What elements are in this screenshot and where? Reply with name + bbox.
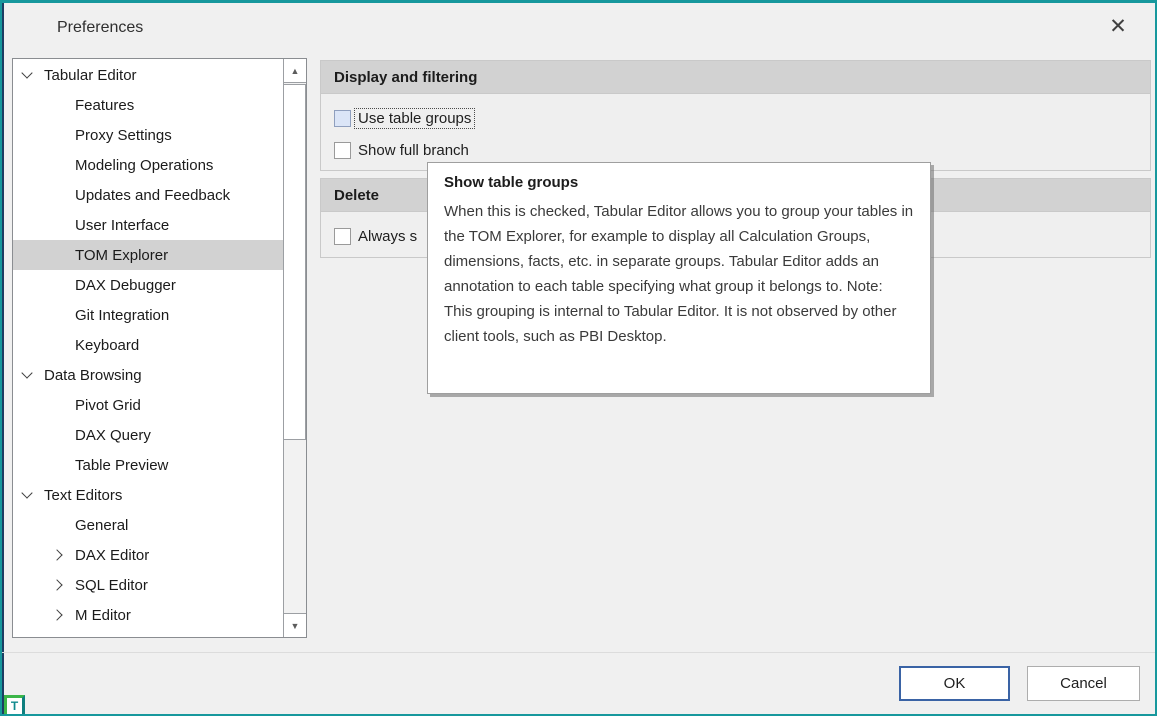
tree-item-dax-editor[interactable]: DAX Editor	[13, 540, 283, 570]
scrollbar-thumb[interactable]	[284, 84, 306, 440]
preferences-dialog: Preferences ✕ Tabular Editor Features Pr…	[0, 0, 1157, 716]
chevron-down-icon[interactable]	[21, 67, 32, 78]
tree-item-user-interface[interactable]: User Interface	[13, 210, 283, 240]
use-table-groups-checkbox[interactable]	[334, 110, 351, 127]
scroll-down-icon[interactable]: ▼	[284, 613, 306, 637]
chevron-down-icon[interactable]	[21, 367, 32, 378]
tree-item-dax-debugger[interactable]: DAX Debugger	[13, 270, 283, 300]
tree-item-proxy-settings[interactable]: Proxy Settings	[13, 120, 283, 150]
tabular-editor-logo-icon: T	[4, 695, 25, 716]
tree-scrollbar[interactable]: ▲ ▼	[283, 59, 306, 637]
tree-item-pivot-grid[interactable]: Pivot Grid	[13, 390, 283, 420]
tree-item-csharp-editor[interactable]: C# Edit	[13, 630, 283, 638]
chevron-down-icon[interactable]	[21, 487, 32, 498]
tree-item-features[interactable]: Features	[13, 90, 283, 120]
tooltip-body: When this is checked, Tabular Editor all…	[444, 199, 914, 349]
show-full-branch-checkbox[interactable]	[334, 142, 351, 159]
show-full-branch-label[interactable]: Show full branch	[355, 141, 472, 160]
tree-item-tom-explorer[interactable]: TOM Explorer	[13, 240, 283, 270]
tree-item-modeling-operations[interactable]: Modeling Operations	[13, 150, 283, 180]
group-body: Use table groups Show full branch	[321, 94, 1150, 172]
use-table-groups-label[interactable]: Use table groups	[355, 109, 474, 128]
group-display-and-filtering: Display and filtering Use table groups S…	[320, 60, 1151, 171]
tree-item-tabular-editor[interactable]: Tabular Editor	[13, 60, 283, 90]
always-s-label[interactable]: Always s	[355, 227, 420, 246]
tooltip-title: Show table groups	[444, 174, 914, 191]
tree-item-table-preview[interactable]: Table Preview	[13, 450, 283, 480]
tree-item-sql-editor[interactable]: SQL Editor	[13, 570, 283, 600]
tree-item-updates-and-feedback[interactable]: Updates and Feedback	[13, 180, 283, 210]
tree-item-data-browsing[interactable]: Data Browsing	[13, 360, 283, 390]
tree-item-general[interactable]: General	[13, 510, 283, 540]
chevron-right-icon[interactable]	[51, 549, 62, 560]
tree-item-keyboard[interactable]: Keyboard	[13, 330, 283, 360]
always-s-checkbox[interactable]	[334, 228, 351, 245]
tree-item-git-integration[interactable]: Git Integration	[13, 300, 283, 330]
window-left-accent	[2, 3, 4, 714]
cancel-button[interactable]: Cancel	[1027, 666, 1140, 701]
tree-rows: Tabular Editor Features Proxy Settings M…	[13, 60, 283, 638]
ok-button[interactable]: OK	[899, 666, 1010, 701]
chevron-right-icon[interactable]	[51, 609, 62, 620]
tooltip: Show table groups When this is checked, …	[427, 162, 931, 394]
tree-item-m-editor[interactable]: M Editor	[13, 600, 283, 630]
chevron-right-icon[interactable]	[51, 579, 62, 590]
tree-item-text-editors[interactable]: Text Editors	[13, 480, 283, 510]
option-use-table-groups[interactable]: Use table groups	[334, 102, 1150, 134]
group-header: Display and filtering	[321, 61, 1150, 94]
close-icon[interactable]: ✕	[1103, 11, 1133, 41]
title-bar: Preferences ✕	[2, 3, 1155, 55]
footer-divider	[2, 652, 1155, 653]
tree-item-dax-query[interactable]: DAX Query	[13, 420, 283, 450]
dialog-title: Preferences	[57, 19, 143, 37]
settings-tree: Tabular Editor Features Proxy Settings M…	[12, 58, 307, 638]
scroll-up-icon[interactable]: ▲	[284, 59, 306, 83]
